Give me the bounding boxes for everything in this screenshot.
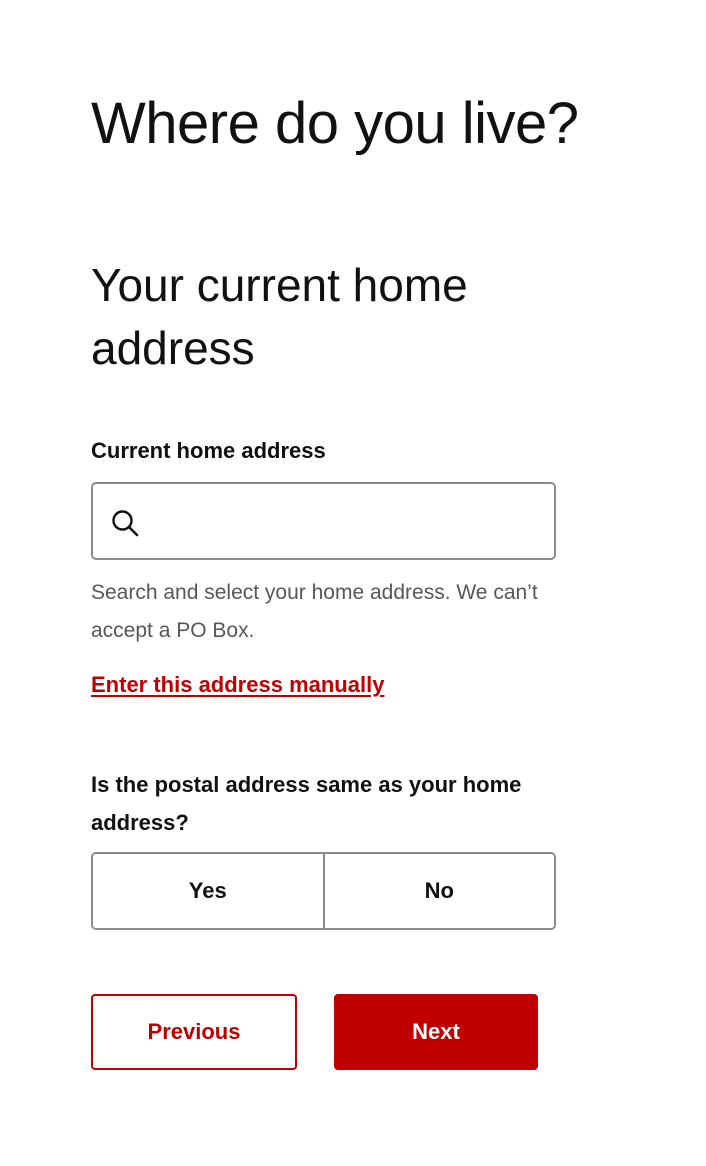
postal-same-toggle-group: Yes No <box>91 852 556 930</box>
previous-button[interactable]: Previous <box>91 994 297 1070</box>
address-field-label: Current home address <box>91 438 326 463</box>
next-button[interactable]: Next <box>334 994 538 1070</box>
enter-address-manually-link[interactable]: Enter this address manually <box>91 670 384 700</box>
section-title: Your current home address <box>91 259 468 374</box>
address-search-box[interactable] <box>91 482 556 560</box>
postal-same-no-button[interactable]: No <box>322 854 554 928</box>
page-title: Where do you live? <box>91 91 579 156</box>
postal-address-question: Is the postal address same as your home … <box>91 772 522 835</box>
address-hint: Search and select your home address. We … <box>91 581 538 642</box>
postal-same-yes-button[interactable]: Yes <box>93 854 323 928</box>
address-search-input[interactable] <box>151 484 551 558</box>
search-icon <box>112 510 139 537</box>
